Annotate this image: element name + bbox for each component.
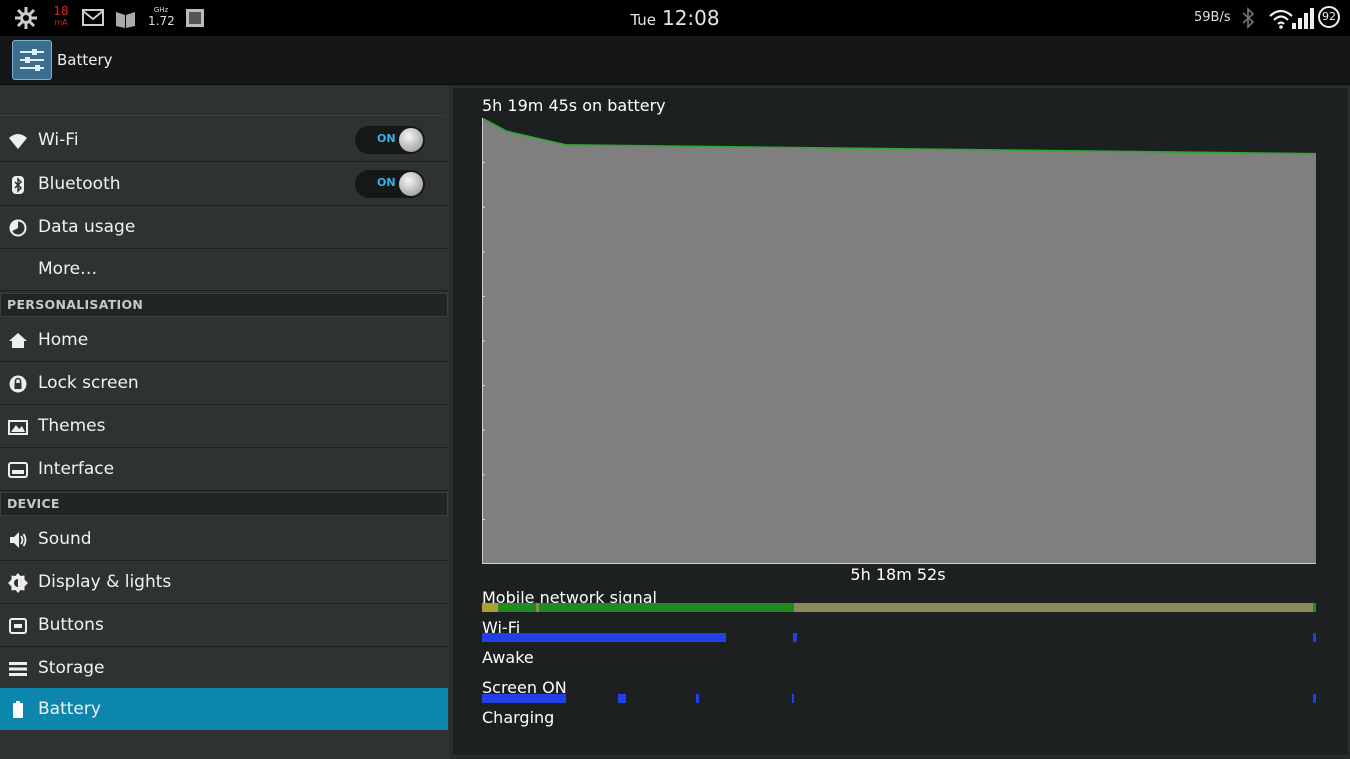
buttons-icon [9,618,27,634]
network-speed: 59B/s [1194,10,1231,25]
signal-segment [536,603,539,612]
sidebar-item-label: Themes [38,416,106,436]
settings-icon[interactable] [12,40,52,80]
sidebar-item-storage[interactable]: Storage [0,647,448,690]
clock-day: Tue [630,11,656,29]
toggle-knob [399,128,423,152]
toggle-knob [399,172,423,196]
sidebar-item-bluetooth[interactable]: Bluetooth ON [0,163,448,206]
battery-level: 92 [1322,10,1336,23]
section-header-label: PERSONALISATION [7,297,144,312]
sidebar-item-sound[interactable]: Sound [0,518,448,561]
screen-on-bar [618,694,626,703]
sidebar-item-battery[interactable]: Battery [0,688,448,730]
bluetooth-toggle[interactable]: ON [355,170,425,198]
signal-segment [482,603,498,612]
sidebar-item-label: Battery [38,699,101,719]
wifi-on-bar [1313,633,1316,642]
mobile-network-signal-bar [482,603,1316,612]
sidebar-item-label: Lock screen [38,373,139,393]
data-usage-icon [9,219,27,237]
storage-icon [9,662,27,676]
sidebar-item-data-usage[interactable]: Data usage [0,206,448,249]
section-header-label: DEVICE [7,496,60,511]
sidebar-item-label: Interface [38,459,115,479]
sidebar-item-themes[interactable]: Themes [0,405,448,448]
screen-on-bar [1313,694,1316,703]
clock-time: 12:08 [661,6,720,30]
themes-icon [8,420,28,435]
sidebar-item-interface[interactable]: Interface [0,448,448,491]
on-battery-duration: 5h 19m 45s on battery [482,96,666,115]
clock: Tue 12:08 [0,6,1350,30]
sidebar-item-label: Home [38,330,89,350]
wifi-icon [9,134,27,149]
wifi-on-bar [482,633,726,642]
sidebar-item-buttons[interactable]: Buttons [0,604,448,647]
signal-segment [1313,603,1316,612]
sidebar-item-label: Storage [38,658,105,678]
battery-level-graph [482,118,1316,564]
bluetooth-toggle-state: ON [377,176,396,189]
sidebar-item-label: Data usage [38,217,136,237]
lock-icon [9,375,27,393]
sidebar-item-wifi[interactable]: Wi-Fi ON [0,119,448,162]
home-icon [9,333,27,348]
sidebar-item-label: Buttons [38,615,104,635]
sidebar-item-home[interactable]: Home [0,319,448,362]
screen-on-bar [792,694,794,703]
sidebar-item-label: More… [38,259,98,279]
screen-on-bar [696,694,699,703]
signal-segment [794,603,1313,612]
graph-duration: 5h 18m 52s [850,565,946,584]
sidebar-item-label: Wi-Fi [38,130,79,150]
action-bar: Battery [0,36,1350,85]
signal-segment [498,603,794,612]
status-bar: 18 mA GHz 1.72 Tue 12:08 59B/s 92 [0,0,1350,36]
bluetooth-icon [12,176,24,194]
awake-label: Awake [482,648,534,667]
wifi-toggle[interactable]: ON [355,126,425,154]
sidebar-item-label: Bluetooth [38,174,121,194]
cell-signal-icon [1292,8,1314,29]
page-title: Battery [57,51,113,69]
wifi-toggle-state: ON [377,132,396,145]
wifi-on-bar [793,633,797,642]
speaker-icon [10,532,27,548]
sidebar-item-label: Sound [38,529,92,549]
bluetooth-icon [1242,7,1255,29]
settings-sidebar: Wi-Fi ON Bluetooth ON Data usage More… P… [0,85,450,759]
interface-icon [8,462,28,478]
battery-icon [13,701,23,718]
section-header-device: DEVICE [0,492,448,516]
screen-on-bar [482,694,566,703]
section-header-personalisation: PERSONALISATION [0,293,448,317]
battery-level-area [482,118,1316,564]
sidebar-item-lock-screen[interactable]: Lock screen [0,362,448,405]
battery-circle-icon: 92 [1318,6,1340,28]
sidebar-top-divider [0,85,446,116]
sidebar-item-more[interactable]: More… [0,248,448,291]
charging-label: Charging [482,708,555,727]
